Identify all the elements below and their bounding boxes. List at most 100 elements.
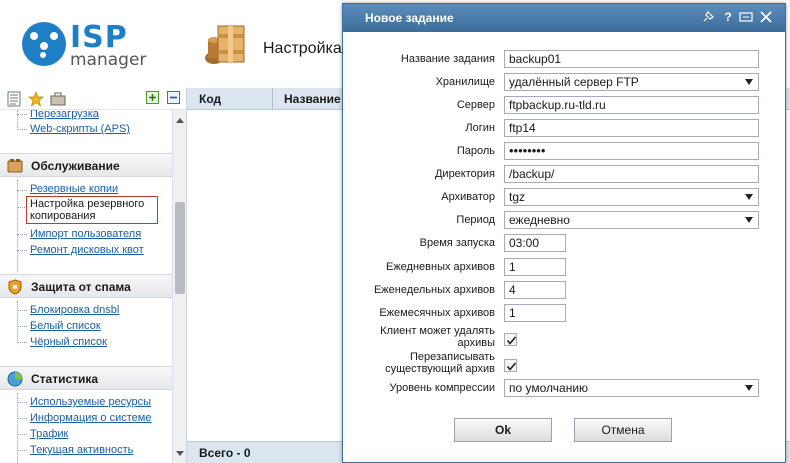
cancel-button[interactable]: Отмена [574,418,672,442]
scroll-down-icon[interactable] [176,451,184,456]
logo-mark-icon [22,22,66,66]
section-statistics[interactable]: Статистика [0,366,172,390]
expand-all-icon[interactable] [146,91,162,107]
isp-manager-logo[interactable]: ISP manager [22,20,162,74]
sidebar-item-current-activity[interactable]: Текущая активность [30,444,133,456]
field-row-compression: Уровень компрессии по умолчанию [343,379,785,399]
section-maintenance-title: Обслуживание [31,159,120,173]
directory-label: Директория [434,168,495,180]
storage-select-value: удалённый сервер FTP [509,75,639,89]
sidebar-item-resources[interactable]: Используемые ресурсы [30,396,151,408]
compression-select[interactable]: по умолчанию [504,379,759,397]
statistics-icon [7,371,23,387]
sidebar-item-system-info[interactable]: Информация о системе [30,412,151,424]
login-input[interactable]: ftp14 [504,119,759,137]
sidebar-item-dnsbl[interactable]: Блокировка dnsbl [30,304,119,316]
scroll-up-icon[interactable] [176,118,184,123]
list-icon[interactable] [6,91,22,107]
directory-input[interactable]: /backup/ [504,165,759,183]
ok-button[interactable]: Ok [454,418,552,442]
section-spam-protection-title: Защита от спама [31,280,131,294]
sidebar-item-reboot[interactable]: Перезагрузка [30,110,99,120]
client-delete-checkbox[interactable] [504,333,517,346]
archiver-select-value: tgz [509,190,526,204]
start-time-label: Время запуска [419,237,495,249]
overwrite-label: Перезаписывать существующий архив [385,351,495,375]
client-delete-label-line2: архивы [457,337,495,349]
job-name-input[interactable]: backup01 [504,50,759,68]
column-code[interactable]: Код [199,92,221,106]
maintenance-icon [7,158,23,174]
client-delete-label-line1: Клиент может удалять [380,325,495,337]
field-row-server: Сервер ftpbackup.ru-tld.ru [343,96,785,116]
sidebar-tree: Перезагрузка Web-скрипты (APS) Обслужива… [0,110,172,463]
close-icon[interactable] [759,10,773,24]
daily-archives-label: Ежедневных архивов [385,261,495,273]
field-row-login: Логин ftp14 [343,119,785,139]
scrollbar-thumb[interactable] [175,202,185,294]
sidebar-item-user-import[interactable]: Импорт пользователя [30,228,141,240]
chevron-down-icon [745,79,753,85]
help-icon[interactable]: ? [721,10,735,24]
sidebar-item-disk-quota-repair[interactable]: Ремонт дисковых квот [30,244,144,256]
sidebar-item-backups[interactable]: Резервные копии [30,183,118,195]
field-row-password: Пароль •••••••• [343,142,785,162]
monthly-archives-input[interactable]: 1 [504,304,566,322]
sidebar-item-blacklist[interactable]: Чёрный список [30,336,107,348]
sidebar-item-whitelist[interactable]: Белый список [30,320,101,332]
chevron-down-icon [745,385,753,391]
resize-icon[interactable] [739,10,753,24]
server-input[interactable]: ftpbackup.ru-tld.ru [504,96,759,114]
archiver-select[interactable]: tgz [504,188,759,206]
field-row-directory: Директория /backup/ [343,165,785,185]
chevron-down-icon [745,217,753,223]
weekly-archives-label: Еженедельных архивов [373,284,495,296]
sidebar-scrollbar[interactable] [172,110,186,463]
star-icon[interactable] [28,91,44,107]
logo-text-manager: manager [70,50,147,70]
job-name-label: Название задания [400,53,495,65]
period-select[interactable]: ежедневно [504,211,759,229]
field-row-overwrite: Перезаписывать существующий архив [343,351,785,377]
sidebar-item-web-scripts[interactable]: Web-скрипты (APS) [30,123,130,135]
password-input[interactable]: •••••••• [504,142,759,160]
dialog-form: Название задания backup01 Хранилище удал… [343,32,785,462]
field-row-monthly: Ежемесячных архивов 1 [343,304,785,324]
sidebar: Перезагрузка Web-скрипты (APS) Обслужива… [0,88,187,463]
total-count: Всего - 0 [199,446,251,460]
login-label: Логин [465,122,495,134]
weekly-archives-input[interactable]: 4 [504,281,566,299]
new-job-dialog: Новое задание ? Название задания backup0… [342,3,786,463]
section-maintenance[interactable]: Обслуживание [0,153,172,177]
client-delete-label: Клиент может удалять архивы [380,325,495,349]
field-row-archiver: Архиватор tgz [343,188,785,208]
chevron-down-icon [745,194,753,200]
sidebar-item-traffic[interactable]: Трафик [30,428,68,440]
storage-select[interactable]: удалённый сервер FTP [504,73,759,91]
monthly-archives-label: Ежемесячных архивов [379,307,495,319]
spam-shield-icon [7,279,23,295]
column-name[interactable]: Название [284,92,341,106]
daily-archives-input[interactable]: 1 [504,258,566,276]
field-row-start-time: Время запуска 03:00 [343,234,785,254]
field-row-storage: Хранилище удалённый сервер FTP [343,73,785,93]
field-row-weekly: Еженедельных архивов 4 [343,281,785,301]
page-title: Настройка [263,40,342,57]
period-select-value: ежедневно [509,213,570,227]
sidebar-item-backup-settings[interactable]: Настройка резервного копирования [26,196,158,224]
dialog-titlebar[interactable]: Новое задание ? [343,4,785,32]
start-time-input[interactable]: 03:00 [504,234,566,252]
briefcase-icon[interactable] [50,91,66,107]
pin-icon[interactable] [701,10,715,24]
section-spam-protection[interactable]: Защита от спама [0,274,172,298]
compression-select-value: по умолчанию [509,381,589,395]
overwrite-label-line1: Перезаписывать [409,351,495,363]
field-row-client-delete: Клиент может удалять архивы [343,325,785,351]
checkmark-icon [506,362,517,371]
sidebar-toolbar [0,88,186,110]
sidebar-item-backup-settings-label: Настройка резервного копирования [30,198,145,222]
field-row-name: Название задания backup01 [343,50,785,70]
collapse-all-icon[interactable] [167,91,183,107]
backup-settings-icon [202,22,248,68]
overwrite-checkbox[interactable] [504,359,517,372]
